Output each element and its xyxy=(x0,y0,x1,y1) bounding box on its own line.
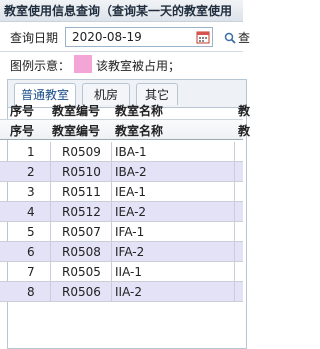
cell-name: IIA-1 xyxy=(115,265,142,279)
column-divider xyxy=(111,142,112,302)
column-divider xyxy=(234,142,235,302)
cell-no: 6 xyxy=(27,245,35,259)
cell-code: R0507 xyxy=(62,225,101,239)
header-name: 教室名称 xyxy=(115,104,164,118)
cell-name: IEA-1 xyxy=(115,185,147,199)
header-no: 序号 xyxy=(10,104,35,118)
table-row[interactable]: 8 R0506 IIA-2 xyxy=(0,282,243,302)
column-divider xyxy=(50,142,51,302)
cell-code: R0505 xyxy=(62,265,101,279)
cell-no: 1 xyxy=(27,145,35,159)
cell-name: IBA-1 xyxy=(115,145,147,159)
window-title: 教室使用信息查询（查询某一天的教室使用 xyxy=(0,0,243,22)
search-icon[interactable] xyxy=(224,32,236,44)
legend-text: 该教室被占用； xyxy=(96,59,181,73)
table-header-row-2: 序号 教室编号 教室名称 教 xyxy=(0,119,250,140)
cell-code: R0506 xyxy=(62,285,101,299)
header-code-2: 教室编号 xyxy=(52,124,101,138)
search-button-label[interactable]: 查 xyxy=(238,29,250,46)
header2-overflow: 教 xyxy=(238,124,251,138)
table-row[interactable]: 6 R0508 IFA-2 xyxy=(0,242,243,262)
cell-code: R0512 xyxy=(62,205,101,219)
cell-no: 7 xyxy=(27,265,35,279)
table-row[interactable]: 2 R0510 IBA-2 xyxy=(0,162,243,182)
cell-no: 5 xyxy=(27,225,35,239)
calendar-icon[interactable] xyxy=(196,30,210,44)
header-no-2: 序号 xyxy=(10,124,35,138)
table-row[interactable]: 4 R0512 IEA-2 xyxy=(0,202,243,222)
cell-name: IEA-2 xyxy=(115,205,147,219)
cell-name: IIA-2 xyxy=(115,285,142,299)
date-input[interactable]: 2020-08-19 xyxy=(65,27,213,47)
cell-no: 2 xyxy=(27,165,35,179)
table-header-row: 序号 教室编号 教室名称 教 xyxy=(0,100,250,119)
cell-code: R0509 xyxy=(62,145,101,159)
header-name-2: 教室名称 xyxy=(115,124,164,138)
legend: 图例示意： 该教室被占用； xyxy=(0,52,243,76)
table-row[interactable]: 1 R0509 IBA-1 xyxy=(0,142,243,162)
date-value: 2020-08-19 xyxy=(72,30,142,44)
occupied-swatch xyxy=(74,55,92,73)
cell-no: 4 xyxy=(27,205,35,219)
header-code: 教室编号 xyxy=(52,104,101,118)
table-row[interactable]: 5 R0507 IFA-1 xyxy=(0,222,243,242)
table-row[interactable]: 7 R0505 IIA-1 xyxy=(0,262,243,282)
header-overflow: 教 xyxy=(238,104,251,118)
cell-code: R0508 xyxy=(62,245,101,259)
legend-label: 图例示意： xyxy=(10,59,71,73)
cell-name: IFA-1 xyxy=(115,225,145,239)
cell-code: R0510 xyxy=(62,165,101,179)
query-bar: 查询日期 2020-08-19 查 xyxy=(0,23,250,51)
query-date-label: 查询日期 xyxy=(10,31,59,45)
cell-no: 8 xyxy=(27,285,35,299)
table-row[interactable]: 3 R0511 IEA-1 xyxy=(0,182,243,202)
cell-code: R0511 xyxy=(62,185,101,199)
cell-no: 3 xyxy=(27,185,35,199)
cell-name: IBA-2 xyxy=(115,165,147,179)
cell-name: IFA-2 xyxy=(115,245,145,259)
